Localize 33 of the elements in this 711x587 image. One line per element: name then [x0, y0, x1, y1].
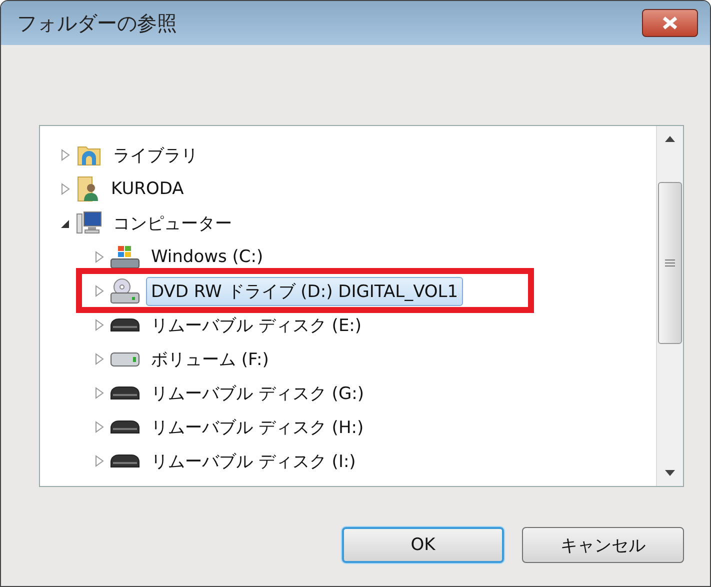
close-button[interactable]: [642, 9, 698, 37]
dvd-drive-icon: [110, 278, 140, 304]
tree-item[interactable]: ライブラリ: [108, 140, 203, 170]
tree-item[interactable]: コンピューター: [108, 208, 237, 238]
collapsed-arrow-icon[interactable]: [94, 455, 104, 467]
collapsed-arrow-icon[interactable]: [94, 387, 104, 399]
tree-item[interactable]: Windows (C:): [146, 244, 268, 270]
window-title: フォルダーの参照: [17, 10, 177, 36]
collapsed-arrow-icon[interactable]: [60, 183, 70, 195]
scroll-down-icon[interactable]: [665, 470, 675, 476]
windows-drive-icon: [110, 245, 140, 269]
drive-icon: [110, 351, 140, 367]
close-icon: [661, 16, 679, 30]
tree-item[interactable]: リムーバブル ディスク (H:): [146, 412, 369, 442]
scroll-thumb[interactable]: [658, 182, 682, 344]
tree-item[interactable]: DVD RW ドライブ (D:) DIGITAL_VOL1: [146, 276, 464, 306]
user-folder-icon: [76, 176, 100, 202]
dialog-button[interactable]: OK: [342, 527, 504, 563]
computer-icon: [76, 210, 102, 236]
collapsed-arrow-icon[interactable]: [94, 319, 104, 331]
scrollbar[interactable]: [656, 126, 683, 486]
collapsed-arrow-icon[interactable]: [94, 285, 104, 297]
tree-item[interactable]: リムーバブル ディスク (I:): [146, 446, 361, 476]
collapsed-arrow-icon[interactable]: [94, 251, 104, 263]
tree-item[interactable]: ボリューム (F:): [146, 344, 274, 374]
collapsed-arrow-icon[interactable]: [94, 421, 104, 433]
tree-item[interactable]: リムーバブル ディスク (E:): [146, 310, 367, 340]
scroll-up-icon[interactable]: [665, 136, 675, 142]
collapsed-arrow-icon[interactable]: [94, 353, 104, 365]
collapsed-arrow-icon[interactable]: [60, 149, 70, 161]
dialog-button[interactable]: キャンセル: [522, 527, 684, 563]
tree-item[interactable]: KURODA: [106, 176, 189, 202]
tree-item[interactable]: リムーバブル ディスク (G:): [146, 378, 369, 408]
